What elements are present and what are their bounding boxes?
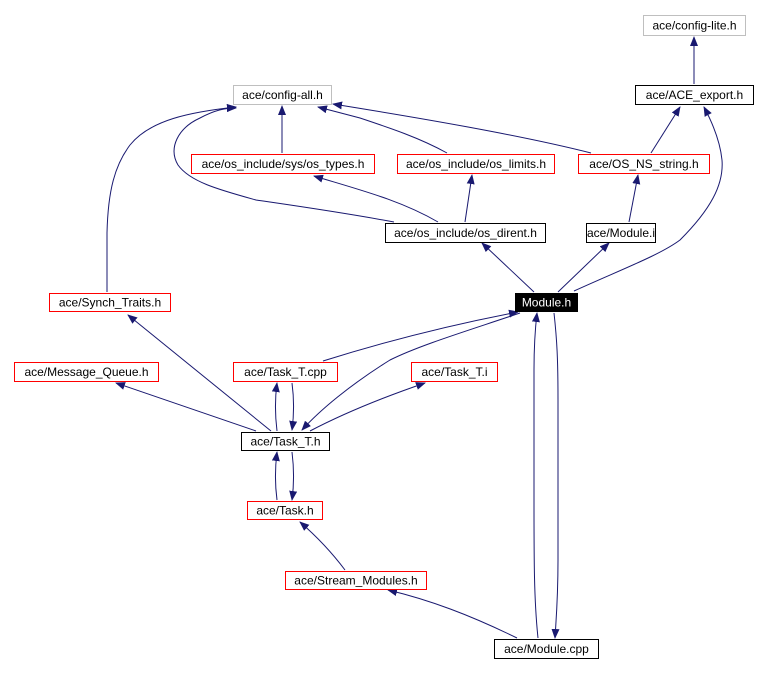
node-module-i[interactable]: ace/Module.i — [586, 223, 656, 243]
node-label: ace/ACE_export.h — [646, 88, 743, 102]
node-label: ace/Module.i — [587, 226, 655, 240]
node-label: ace/OS_NS_string.h — [589, 157, 698, 171]
edge-module-cpp-to-module-h — [531, 312, 540, 639]
edge-stream-modules-to-task-h — [299, 521, 346, 571]
include-dependency-graph: ace/config-lite.h ace/ACE_export.h ace/c… — [14, 15, 754, 659]
node-synch-traits[interactable]: ace/Synch_Traits.h — [49, 293, 171, 312]
edge-os-dirent-to-os-limits — [464, 174, 475, 223]
edge-module-h-to-os-dirent — [481, 242, 535, 293]
edge-synch-traits-to-config-all — [106, 103, 237, 292]
edge-module-i-to-os-ns-string — [628, 174, 641, 223]
node-os-dirent[interactable]: ace/os_include/os_dirent.h — [385, 223, 546, 243]
node-label: ace/os_include/sys/os_types.h — [202, 157, 365, 171]
edge-module-h-to-ace-export — [573, 106, 723, 292]
node-os-limits[interactable]: ace/os_include/os_limits.h — [397, 154, 555, 174]
node-module-cpp[interactable]: ace/Module.cpp — [494, 639, 599, 659]
node-label: ace/os_include/os_limits.h — [406, 157, 546, 171]
node-os-types[interactable]: ace/os_include/sys/os_types.h — [191, 154, 375, 174]
node-task-t-i[interactable]: ace/Task_T.i — [411, 362, 498, 382]
edge-module-cpp-to-stream-modules — [387, 588, 518, 639]
node-label: ace/Stream_Modules.h — [294, 574, 417, 588]
node-label: ace/os_include/os_dirent.h — [394, 226, 537, 240]
edge-os-limits-to-config-all — [317, 105, 448, 154]
node-label: ace/Task_T.h — [250, 435, 320, 449]
node-os-ns-string[interactable]: ace/OS_NS_string.h — [578, 154, 710, 174]
edge-os-ns-string-to-config-all — [332, 101, 592, 154]
node-label: ace/Task_T.i — [421, 365, 487, 379]
edge-task-t-cpp-to-module-h — [322, 309, 519, 362]
node-message-queue[interactable]: ace/Message_Queue.h — [14, 362, 159, 382]
node-label: ace/Task.h — [256, 504, 313, 518]
node-label: ace/Module.cpp — [504, 642, 589, 656]
edge-task-t-h-to-message-queue — [115, 382, 257, 432]
node-config-lite[interactable]: ace/config-lite.h — [643, 15, 746, 36]
node-config-all[interactable]: ace/config-all.h — [233, 85, 332, 105]
edge-os-dirent-to-os-types — [313, 174, 439, 223]
edge-module-h-to-module-i — [557, 242, 610, 293]
node-ace-export[interactable]: ace/ACE_export.h — [635, 85, 754, 105]
node-label: ace/config-all.h — [242, 88, 323, 102]
edge-task-t-h-to-task-t-cpp — [271, 382, 280, 432]
edge-module-h-to-module-cpp — [551, 312, 560, 639]
edges — [106, 36, 723, 639]
edge-os-ns-string-to-ace-export — [650, 106, 681, 154]
edge-task-t-cpp-to-task-t-h — [289, 382, 298, 431]
edge-task-t-h-to-task-t-i — [309, 382, 426, 432]
edge-task-t-h-to-task-h — [289, 451, 298, 501]
node-module-h[interactable]: Module.h — [515, 293, 578, 312]
node-task-h[interactable]: ace/Task.h — [247, 501, 323, 520]
edge-task-h-to-task-t-h — [271, 451, 280, 501]
node-label: ace/Task_T.cpp — [244, 365, 327, 379]
node-label: ace/Synch_Traits.h — [59, 296, 161, 310]
node-label: ace/config-lite.h — [652, 19, 736, 33]
node-label: Module.h — [522, 296, 571, 310]
node-label: ace/Message_Queue.h — [24, 365, 148, 379]
node-task-t-h[interactable]: ace/Task_T.h — [241, 432, 330, 451]
node-stream-modules[interactable]: ace/Stream_Modules.h — [285, 571, 427, 590]
node-task-t-cpp[interactable]: ace/Task_T.cpp — [233, 362, 338, 382]
